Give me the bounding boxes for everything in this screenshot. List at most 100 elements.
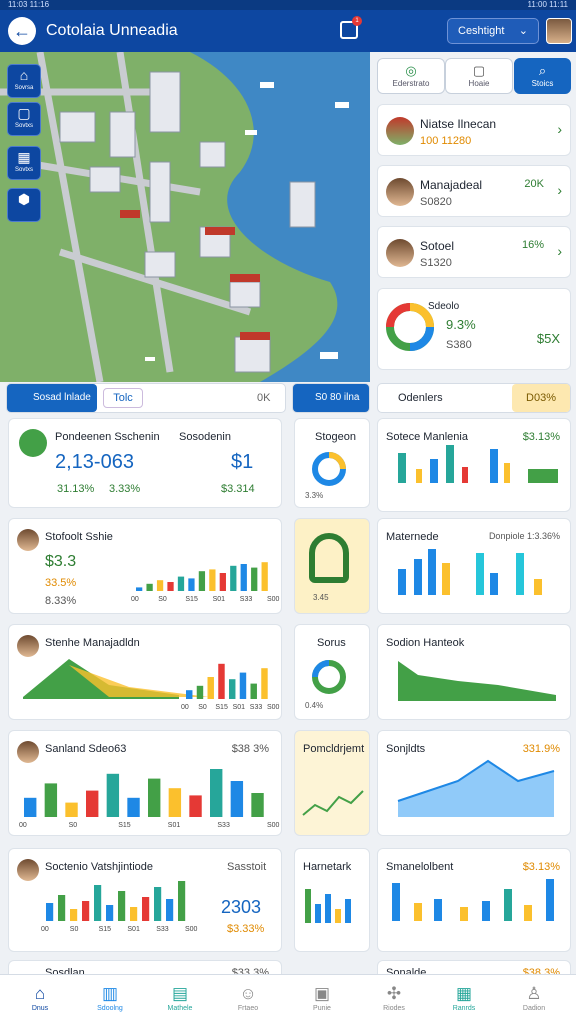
top-bar: ← Cotolaia Unneadia 1 Ceshtight ⌄ [0, 10, 576, 52]
chart-icon: ▥ [101, 984, 119, 1003]
metric-card[interactable]: Sanland Sdeo63 $38 3% 00 S0 S15 S01 S33 S00 [8, 730, 282, 836]
chart-bar [65, 802, 78, 817]
chart-bar [130, 907, 138, 921]
nav-map[interactable]: ▤ Mathele [150, 983, 210, 1012]
metric-card[interactable]: Stofoolt Sshie $3.3 33.5% 8.33% 00 S0 S15 S… [8, 518, 282, 614]
chevron-right-icon: › [557, 182, 562, 198]
chevron-right-icon: › [557, 243, 562, 259]
chart-bar [261, 668, 268, 699]
tab-right[interactable]: Odenlers D03% [377, 383, 571, 413]
user-card[interactable]: Manajadeal S0820 20K › [377, 165, 571, 217]
filter-ederstrato[interactable]: ◎ Ederstrato [377, 58, 445, 94]
nav-label: Dadion [522, 1005, 546, 1012]
chart-bar [250, 683, 257, 699]
card-sub: 31.13% [57, 483, 95, 495]
chart-card[interactable]: Sotece Manlenia $3.13% [377, 418, 571, 512]
axis-tick-label: S33 [250, 704, 263, 711]
tab-mid[interactable]: S0 80 ilna [292, 383, 370, 413]
axis-tick-label: 00 [131, 596, 139, 603]
axis-tick-label: 00 [19, 822, 27, 829]
map-icon: ▤ [171, 984, 189, 1003]
axis-tick-label: S0 [198, 704, 207, 711]
tab-label: S0 80 ilna [315, 392, 360, 403]
user-sub: 100 11280 [420, 135, 472, 147]
mini-card[interactable]: Sorus 0.4% [294, 624, 370, 720]
nav-label: Dnus [31, 1005, 49, 1012]
chart-bar [148, 778, 161, 817]
chart-bar [142, 897, 150, 921]
metric-card[interactable]: Soctenio Vatshjintiode Sasstoit 2303 $3.… [8, 848, 282, 952]
chart-bar [70, 909, 78, 921]
chart-bar [106, 773, 120, 817]
chevron-right-icon: › [557, 121, 562, 137]
back-button[interactable]: ← [8, 17, 36, 45]
tab-aux[interactable]: 0K [257, 392, 270, 404]
map-tool-grid[interactable]: ▦ Sovtxs [7, 146, 41, 180]
chart-bar [210, 769, 223, 817]
axis-tick-label: 00 [41, 926, 49, 933]
tab-active[interactable]: Sosad lnlade [7, 384, 97, 412]
chart-card[interactable]: Maternede Donpiole 1:3.36% [377, 518, 571, 614]
mini-card[interactable]: Harnetark [294, 848, 370, 952]
city-map[interactable]: ⌂ Sovrsa ▢ Sovtxs ▦ Sovtxs ⬢ [0, 52, 370, 382]
chart-bar [251, 567, 258, 591]
avatar[interactable] [546, 18, 572, 44]
home-icon: ⌂ [34, 984, 46, 1003]
profile-icon: ♙ [526, 984, 542, 1003]
chart-bar [209, 569, 216, 591]
chart-card[interactable]: Sonjldts 331.9% [377, 730, 571, 836]
filter-hoaie[interactable]: ▢ Hoaie [445, 58, 513, 94]
summary-card[interactable]: Sdeolo 9.3% S380 $5X [377, 288, 571, 370]
axis-tick-label: S0 [70, 926, 79, 933]
chart-bar [106, 905, 114, 921]
people-icon: ☺ [239, 984, 257, 1003]
avatar [386, 178, 414, 206]
chart-bar [168, 788, 182, 817]
axis-tick-label: S01 [127, 926, 140, 933]
bar-chart [398, 549, 542, 595]
filter-label: Stoics [531, 79, 554, 88]
status-bar: 11:03 11:16 11:00 11:11 [0, 0, 576, 10]
nav-home[interactable]: ⌂ Dnus [10, 983, 70, 1012]
chart-card[interactable]: Sodion Hanteok [377, 624, 571, 720]
chart-bar [82, 901, 90, 921]
status-time: 11:03 11:16 [8, 0, 50, 9]
map-tool-home[interactable]: ⌂ Sovrsa [7, 64, 41, 98]
nav-reports[interactable]: ▣ Punie [292, 983, 352, 1012]
nav-rewards[interactable]: ▦ Ranrds [434, 983, 494, 1012]
user-card[interactable]: Niatse Ilnecan 100 11280 › [377, 104, 571, 156]
nav-stats[interactable]: ▥ Sdoolng [80, 983, 140, 1012]
filter-label: Ederstrato [392, 79, 430, 88]
card-extra: Sosodenin [179, 431, 231, 443]
chart-card[interactable]: Smanelolbent $3.13% [377, 848, 571, 952]
metric-card[interactable]: Stenhe Manajadldn 00 S0 S15 S01 S33 S00 [8, 624, 282, 720]
bar-chart: 00 S0 S15 S01 S33 S00 [41, 881, 198, 933]
chart-bar [58, 895, 66, 921]
user-card[interactable]: Sotoel S1320 16% › [377, 226, 571, 278]
nav-label: Ranrds [452, 1005, 476, 1012]
chart-bar [166, 899, 174, 921]
bar-chart [392, 879, 554, 921]
map-tool-shield[interactable]: ⬢ [7, 188, 41, 222]
search-icon: ⌕ [538, 63, 547, 78]
location-select[interactable]: Ceshtight ⌄ [447, 18, 539, 44]
network-icon: ✣ [386, 984, 402, 1003]
area-chart [397, 759, 555, 817]
tab-label: Odenlers [398, 392, 443, 404]
nav-label: Punie [313, 1005, 331, 1012]
axis-tick-label: S33 [240, 596, 253, 603]
filter-stoics[interactable]: ⌕ Stoics [514, 58, 571, 94]
chart-bar [86, 790, 99, 817]
nav-people[interactable]: ☺ Frtaeo [218, 983, 278, 1012]
nav-profile[interactable]: ♙ Dadion [504, 983, 564, 1012]
metric-card[interactable]: Pondeenen Sschenin Sosodenin 2,13-063 $1… [8, 418, 282, 508]
axis-tick-label: S00 [185, 926, 198, 933]
map-tool-layers[interactable]: ▢ Sovtxs [7, 102, 41, 136]
mini-card[interactable]: 3.45 [294, 518, 370, 614]
nav-network[interactable]: ✣ Riodes [364, 983, 424, 1012]
tab-other[interactable]: Tolc [103, 388, 143, 408]
tab-label: Sosad lnlade [33, 392, 91, 403]
mini-card[interactable]: Pomcldrjemt [294, 730, 370, 836]
summary-sub: S380 [446, 339, 472, 351]
mini-card[interactable]: Stogeon 3.3% [294, 418, 370, 508]
